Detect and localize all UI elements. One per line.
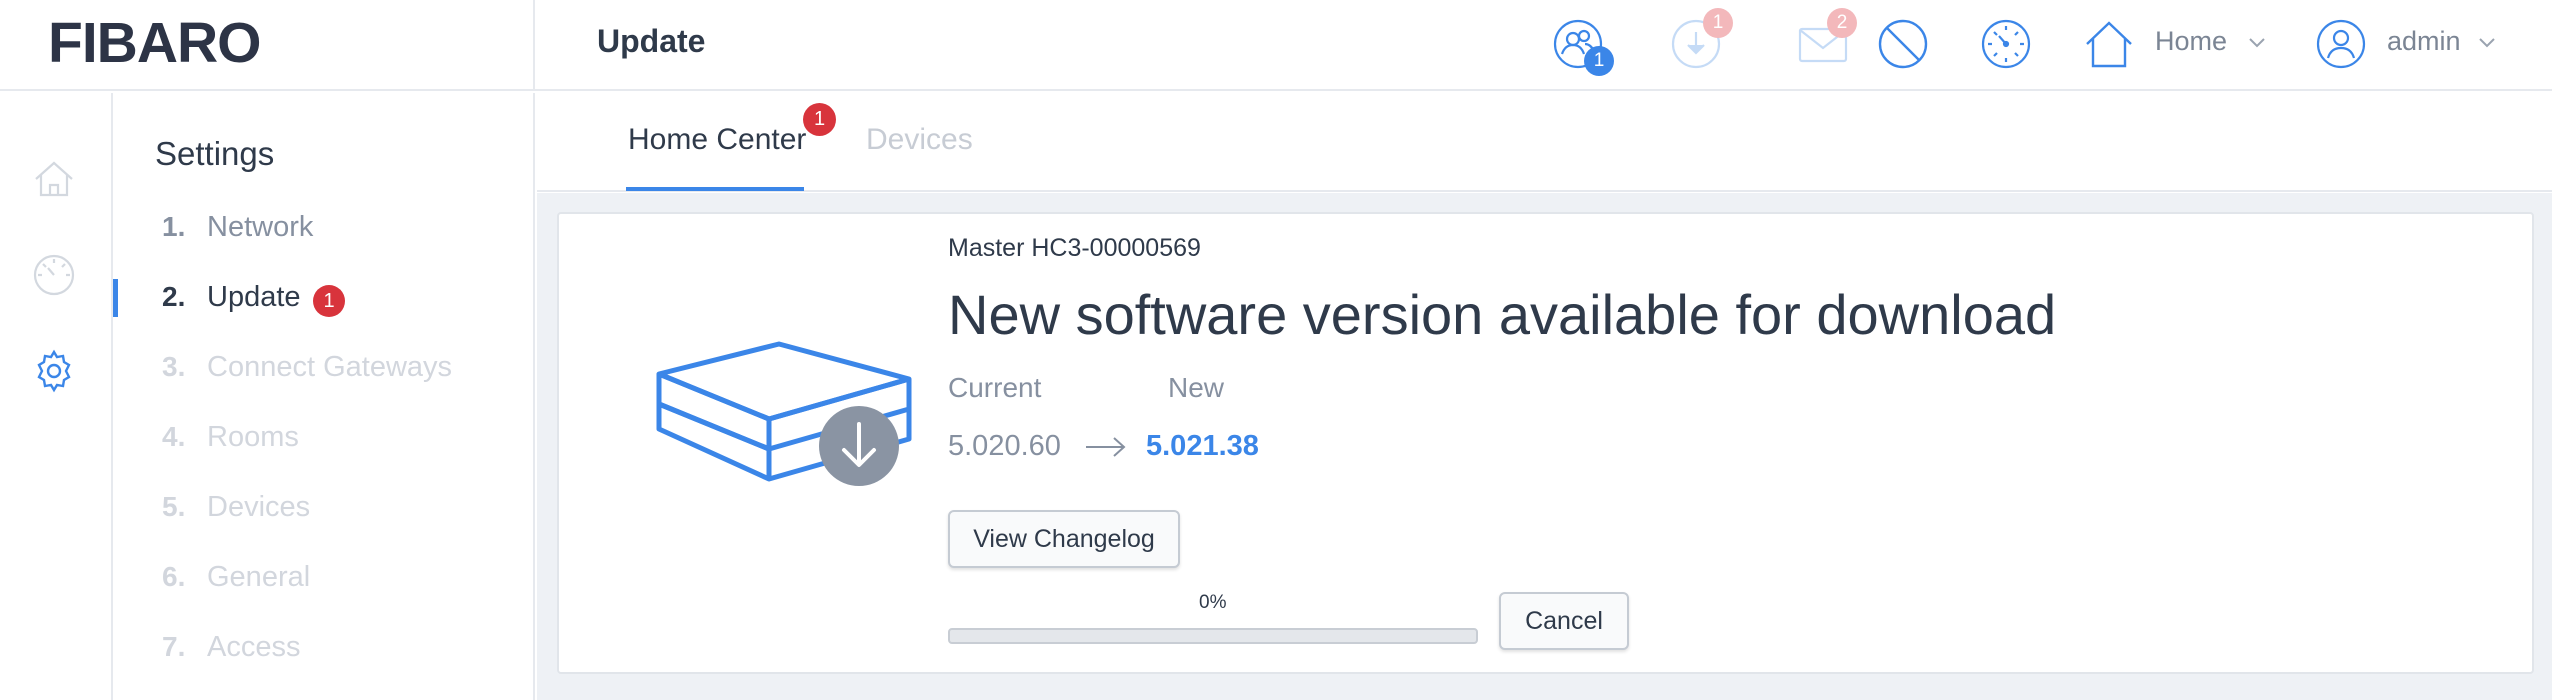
tab-devices[interactable]: Devices [866,123,973,157]
progress-percent: 0% [1199,592,1227,613]
current-version-label: Current [948,372,1042,403]
active-indicator [113,279,118,317]
chevron-down-icon[interactable] [2245,30,2269,54]
settings-item-update[interactable]: 2. Update 1 [113,267,533,327]
tab-badge: 1 [803,103,836,136]
logo-area: FIBARO [0,0,535,91]
menu-item-number: 5. [162,491,186,522]
arrow-right-icon [1086,437,1126,457]
settings-menu: Settings 1. Network 2. Update 1 3. Conne… [113,93,535,700]
menu-item-label: Devices [207,491,311,523]
tab-home-center[interactable]: Home Center [628,123,806,157]
user-icon[interactable] [2315,18,2367,70]
settings-item-access: 7. Access [113,617,533,677]
active-tab-underline [626,187,804,191]
current-version: 5.020.60 [948,430,1061,462]
view-changelog-button[interactable]: View Changelog [948,510,1180,568]
update-headline: New software version available for downl… [948,283,2057,346]
menu-item-number: 2. [162,281,186,312]
settings-item-rooms: 4. Rooms [113,407,533,467]
device-name: Master HC3-00000569 [948,234,1201,262]
menu-item-number: 7. [162,631,186,662]
gear-icon[interactable] [32,349,76,393]
dashboard-icon[interactable] [1980,18,2032,70]
mail-icon[interactable]: 2 [1797,8,1857,70]
home-icon[interactable] [32,157,76,201]
settings-item-general: 6. General [113,547,533,607]
progress-bar [948,628,1478,644]
settings-item-devices: 5. Devices [113,477,533,537]
users-badge: 1 [1584,46,1614,76]
settings-item-network[interactable]: 1. Network [113,197,533,257]
fibaro-logo: FIBARO [48,11,261,75]
tab-bar: Home Center 1 Devices [537,93,2552,192]
menu-item-label: Access [207,631,301,663]
block-icon[interactable] [1877,18,1929,70]
chevron-down-icon[interactable] [2475,30,2499,54]
home-icon[interactable] [2083,18,2135,70]
menu-item-label: Update [207,281,301,313]
menu-item-number: 3. [162,351,186,382]
menu-item-number: 4. [162,421,186,452]
new-version-label: New [1168,372,1225,403]
cancel-button[interactable]: Cancel [1499,592,1629,650]
menu-item-label: Connect Gateways [207,351,453,383]
menu-item-label: Network [207,211,314,243]
settings-title: Settings [155,135,275,172]
new-version: 5.021.38 [1146,430,1259,462]
menu-item-number: 1. [162,211,186,242]
download-badge: 1 [1703,8,1733,38]
messages-badge: 2 [1827,8,1857,38]
users-icon[interactable]: 1 [1552,18,1614,76]
menu-item-label: General [207,561,311,593]
download-icon[interactable]: 1 [1670,8,1733,70]
location-label[interactable]: Home [2155,26,2227,57]
menu-item-label: Rooms [207,421,299,453]
user-label[interactable]: admin [2387,26,2461,57]
hub-download-illustration [656,341,912,486]
update-card: Master HC3-00000569 New software version… [557,212,2534,674]
dashboard-icon[interactable] [32,253,76,297]
menu-item-number: 6. [162,561,186,592]
icon-rail [0,93,113,700]
update-badge: 1 [313,285,345,317]
top-bar: Update 1 1 2 Home admin [535,0,2552,91]
page-title: Update [597,23,706,59]
settings-item-connect-gateways: 3. Connect Gateways [113,337,533,397]
